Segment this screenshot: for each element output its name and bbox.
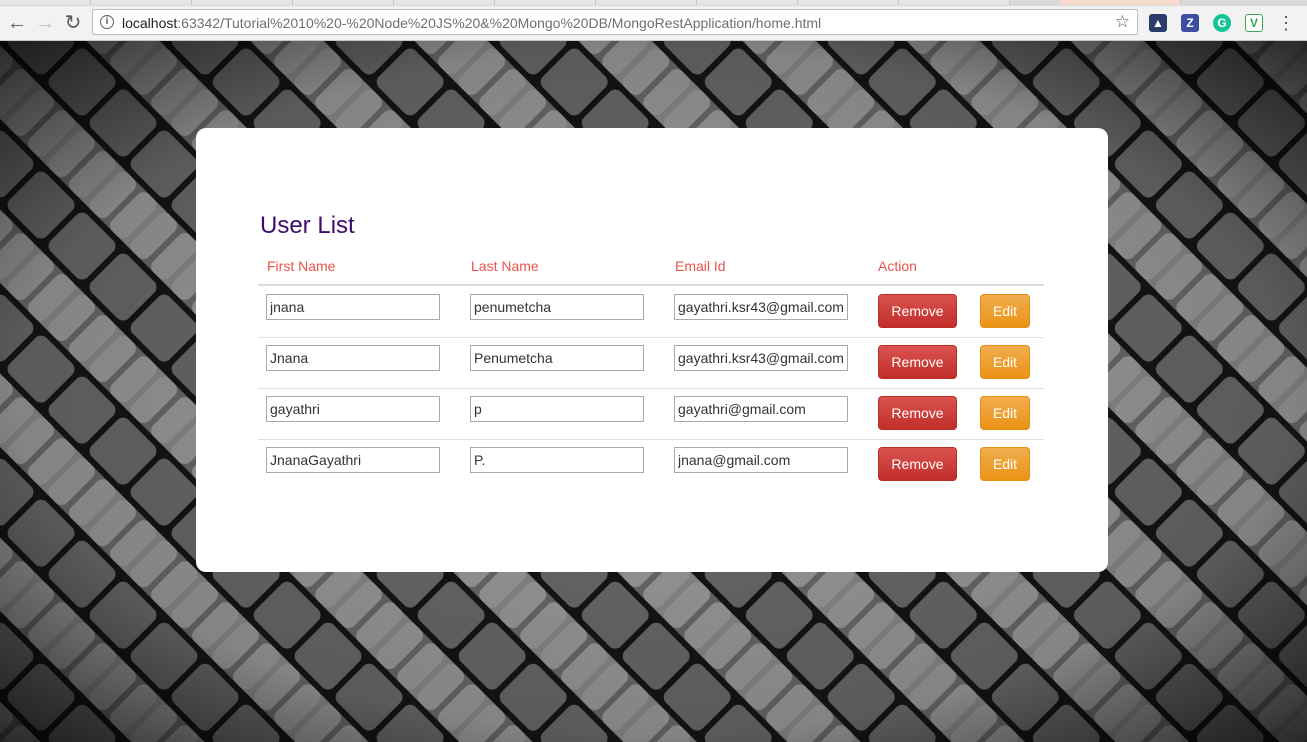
back-icon[interactable]: ← [5, 11, 29, 35]
extension-icon[interactable]: ▲ [1149, 14, 1167, 32]
remove-button[interactable]: Remove [878, 396, 957, 430]
remove-button[interactable]: Remove [878, 345, 957, 379]
email-input[interactable] [674, 447, 848, 473]
z-extension-icon[interactable]: Z [1181, 14, 1199, 32]
browser-tab[interactable] [91, 0, 192, 5]
edit-button[interactable]: Edit [980, 396, 1030, 430]
reload-icon[interactable]: ↻ [61, 11, 85, 35]
browser-tab[interactable] [293, 0, 394, 5]
url-path: :63342/Tutorial%2010%20-%20Node%20JS%20&… [177, 15, 822, 31]
column-header-action: Action [878, 258, 917, 274]
first-name-input[interactable] [266, 396, 440, 422]
grammarly-icon[interactable]: G [1213, 14, 1231, 32]
table-row: Remove Edit [258, 439, 1044, 490]
info-icon[interactable]: i [100, 15, 114, 29]
edit-button[interactable]: Edit [980, 345, 1030, 379]
forward-icon[interactable]: → [33, 11, 57, 35]
url-text[interactable]: localhost:63342/Tutorial%2010%20-%20Node… [122, 15, 821, 31]
column-header-last-name: Last Name [471, 258, 539, 274]
browser-tab[interactable] [596, 0, 697, 5]
email-input[interactable] [674, 294, 848, 320]
user-list-card: User List First Name Last Name Email Id … [196, 128, 1108, 572]
last-name-input[interactable] [470, 396, 644, 422]
bookmark-star-icon[interactable]: ☆ [1115, 12, 1130, 32]
url-host: localhost [122, 15, 178, 31]
browser-menu-icon[interactable]: ⋮ [1277, 12, 1295, 34]
email-input[interactable] [674, 396, 848, 422]
page-background: User List First Name Last Name Email Id … [0, 41, 1307, 742]
email-input[interactable] [674, 345, 848, 371]
browser-tab[interactable] [697, 0, 798, 5]
browser-tab[interactable] [192, 0, 293, 5]
table-row: Remove Edit [258, 286, 1044, 338]
table-row: Remove Edit [258, 388, 1044, 440]
edit-button[interactable]: Edit [980, 447, 1030, 481]
browser-tab[interactable] [798, 0, 899, 5]
browser-toolbar: ← → ↻ i localhost:63342/Tutorial%2010%20… [0, 6, 1307, 41]
first-name-input[interactable] [266, 345, 440, 371]
shield-extension-icon[interactable]: V [1245, 14, 1263, 32]
column-header-first-name: First Name [267, 258, 336, 274]
address-bar[interactable]: i localhost:63342/Tutorial%2010%20-%20No… [92, 9, 1138, 35]
remove-button[interactable]: Remove [878, 447, 957, 481]
last-name-input[interactable] [470, 345, 644, 371]
browser-tab[interactable] [495, 0, 596, 5]
last-name-input[interactable] [470, 294, 644, 320]
active-browser-tab[interactable] [1060, 0, 1181, 5]
first-name-input[interactable] [266, 447, 440, 473]
browser-tab[interactable] [0, 0, 91, 5]
column-header-email: Email Id [675, 258, 726, 274]
browser-tab[interactable] [394, 0, 495, 5]
first-name-input[interactable] [266, 294, 440, 320]
remove-button[interactable]: Remove [878, 294, 957, 328]
table-row: Remove Edit [258, 337, 1044, 389]
page-title: User List [260, 212, 355, 239]
browser-tab[interactable] [899, 0, 1010, 5]
edit-button[interactable]: Edit [980, 294, 1030, 328]
last-name-input[interactable] [470, 447, 644, 473]
